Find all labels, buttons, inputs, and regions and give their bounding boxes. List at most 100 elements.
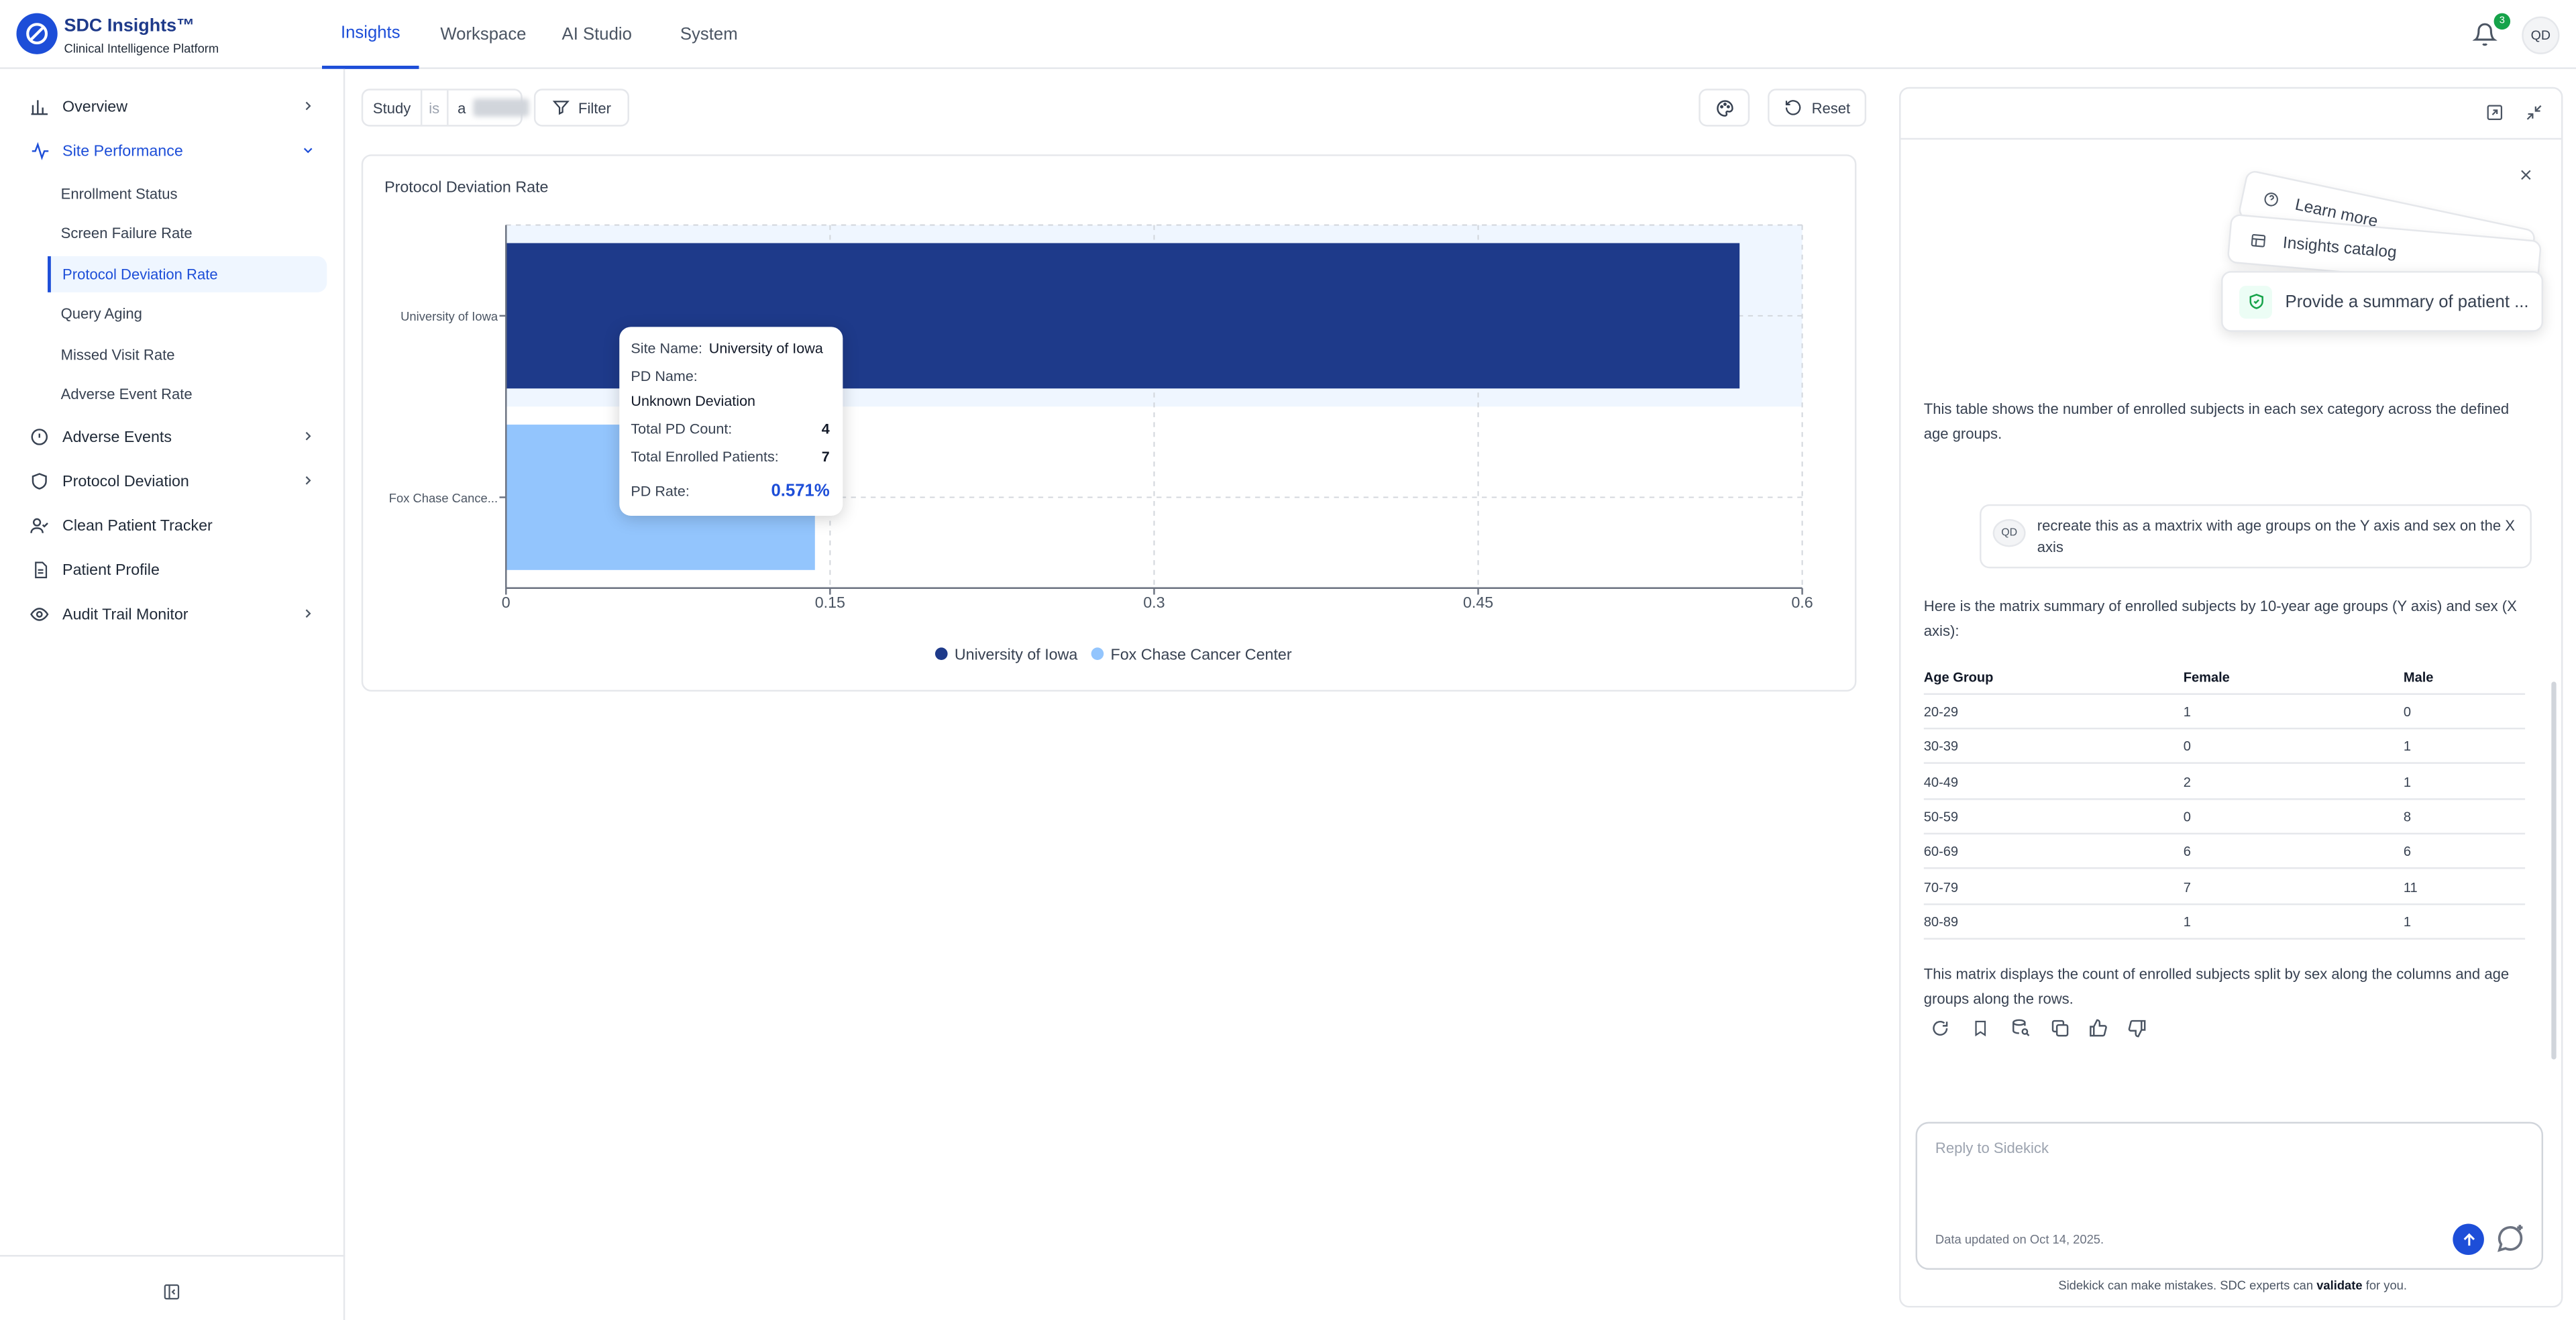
y-tick-label: Fox Chase Cance...: [389, 491, 498, 505]
chat-scrollbar[interactable]: [2551, 681, 2557, 1060]
sidebar-sub-query-aging[interactable]: Query Aging: [48, 296, 327, 332]
tooltip-rate-value: 0.571%: [771, 481, 830, 501]
chevron-down-icon: [301, 143, 315, 158]
chevron-right-icon: [301, 429, 315, 443]
table-cell: 60-69: [1923, 844, 1959, 860]
minimize-icon[interactable]: [2525, 103, 2543, 121]
tab-system[interactable]: System: [662, 0, 756, 69]
x-tick-label: 0.3: [1143, 594, 1165, 611]
assistant-message-1: This table shows the number of enrolled …: [1923, 400, 2510, 441]
sidebar-sub-protocol-deviation-rate[interactable]: Protocol Deviation Rate: [48, 256, 327, 292]
x-tick-label: 0.45: [1463, 594, 1493, 611]
table-row: 60-69 6 6: [1923, 835, 2526, 869]
catalog-icon: [2249, 232, 2267, 250]
sidebar-item-site-performance[interactable]: Site Performance: [16, 133, 328, 169]
table-cell: 6: [2403, 844, 2412, 860]
bookmark-icon[interactable]: [1972, 1018, 1990, 1038]
sidebar-sub-enrollment-status[interactable]: Enrollment Status: [48, 176, 327, 212]
user-avatar: QD: [1992, 518, 2026, 547]
sidebar-item-patient-profile[interactable]: Patient Profile: [16, 552, 328, 588]
sidebar-item-adverse-events[interactable]: Adverse Events: [16, 419, 328, 455]
table-header: Age Group Female Male: [1923, 660, 2526, 695]
x-tick-label: 0.15: [815, 594, 845, 611]
shield-check-icon: [2239, 284, 2272, 318]
table-cell: 0: [2183, 739, 2191, 755]
table-cell: 1: [2403, 739, 2412, 755]
sidebar-collapse-icon[interactable]: [162, 1283, 180, 1301]
x-tick-label: 0.6: [1791, 594, 1813, 611]
sidebar-item-audit-trail-monitor[interactable]: Audit Trail Monitor: [16, 596, 328, 632]
table-cell: 11: [2403, 879, 2418, 895]
chevron-right-icon: [301, 99, 315, 113]
activity-icon: [28, 140, 51, 162]
tooltip-site-label: Site Name:: [631, 339, 702, 357]
avatar[interactable]: QD: [2522, 16, 2560, 54]
tab-insights[interactable]: Insights: [322, 0, 419, 69]
notification-badge: 3: [2493, 13, 2511, 30]
legend-label: Fox Chase Cancer Center: [1111, 645, 1292, 663]
help-circle-icon: [2261, 190, 2281, 209]
filter-value: a: [445, 90, 529, 125]
table-cell: 2: [2183, 774, 2191, 789]
sidebar-item-clean-patient-tracker[interactable]: Clean Patient Tracker: [16, 508, 328, 544]
table-row: 70-79 7 11: [1923, 870, 2526, 905]
send-button[interactable]: [2453, 1223, 2484, 1256]
x-tick-label: 0: [502, 594, 511, 611]
sidebar-sub-screen-failure-rate[interactable]: Screen Failure Rate: [48, 215, 327, 252]
legend-marker: [1091, 647, 1104, 661]
sidebar-item-label: Clean Patient Tracker: [62, 516, 213, 535]
brand-title: SDC Insights™: [64, 16, 195, 36]
table-row: 50-59 0 8: [1923, 800, 2526, 834]
sidebar-item-label: Audit Trail Monitor: [62, 605, 189, 624]
tab-workspace[interactable]: Workspace: [422, 0, 544, 69]
palette-button[interactable]: [1699, 89, 1750, 127]
table-row: 20-29 1 0: [1923, 695, 2526, 730]
table-cell: 1: [2403, 914, 2412, 930]
tooltip-site-value: University of Iowa: [708, 339, 823, 357]
thumbs-up-icon[interactable]: [2088, 1018, 2108, 1038]
expand-icon[interactable]: [2485, 103, 2504, 121]
table-row: 30-39 0 1: [1923, 730, 2526, 765]
sidebar-sub-adverse-event-rate[interactable]: Adverse Event Rate: [48, 376, 327, 412]
new-chat-icon[interactable]: [2494, 1222, 2527, 1255]
logo-icon[interactable]: [16, 13, 58, 54]
suggestion-patient-summary[interactable]: Provide a summary of patient ...: [2221, 271, 2544, 332]
close-icon[interactable]: [2518, 168, 2533, 182]
sidebar-item-protocol-deviation[interactable]: Protocol Deviation: [16, 463, 328, 500]
redacted-value: [472, 98, 529, 117]
database-search-icon[interactable]: [2011, 1018, 2031, 1038]
table-cell: 80-89: [1923, 914, 1959, 930]
legend-marker: [934, 647, 948, 661]
thumbs-down-icon[interactable]: [2127, 1018, 2147, 1038]
table-cell: 0: [2183, 810, 2191, 825]
reset-icon: [1784, 99, 1802, 117]
filter-button-label: Filter: [578, 99, 612, 116]
table-cell: 70-79: [1923, 879, 1959, 895]
reset-button[interactable]: Reset: [1768, 89, 1867, 127]
table-cell: 30-39: [1923, 739, 1959, 755]
table-cell: 8: [2403, 810, 2412, 825]
tab-ai-studio[interactable]: AI Studio: [544, 0, 650, 69]
tooltip-pd-value: Unknown Deviation: [631, 392, 756, 409]
filter-icon: [552, 99, 570, 117]
alert-circle-icon: [28, 425, 51, 448]
sidebar-item-label: Overview: [62, 97, 128, 116]
bar-chart-icon: [28, 95, 51, 118]
tooltip-enrolled-label: Total Enrolled Patients:: [631, 448, 779, 465]
bell-icon[interactable]: [2472, 21, 2498, 48]
filter-button[interactable]: Filter: [533, 89, 629, 127]
bar-chart: University of Iowa Fox Chase Cance... 0 0.1…: [389, 224, 1813, 663]
study-filter-chip[interactable]: Study is a: [361, 89, 529, 127]
palette-icon: [1715, 98, 1734, 117]
chevron-right-icon: [301, 606, 315, 621]
table-cell: 1: [2183, 914, 2191, 930]
sidebar-sub-missed-visit-rate[interactable]: Missed Visit Rate: [48, 337, 327, 373]
chevron-right-icon: [301, 473, 315, 488]
data-updated-text: Data updated on Oct 14, 2025.: [1935, 1231, 2104, 1247]
validate-link[interactable]: validate: [2316, 1278, 2362, 1292]
tooltip-pd-label: PD Name:: [631, 368, 698, 385]
regenerate-icon[interactable]: [1931, 1018, 1950, 1038]
copy-icon[interactable]: [2050, 1018, 2070, 1038]
reset-button-label: Reset: [1811, 99, 1851, 116]
sidebar-item-overview[interactable]: Overview: [16, 89, 328, 125]
